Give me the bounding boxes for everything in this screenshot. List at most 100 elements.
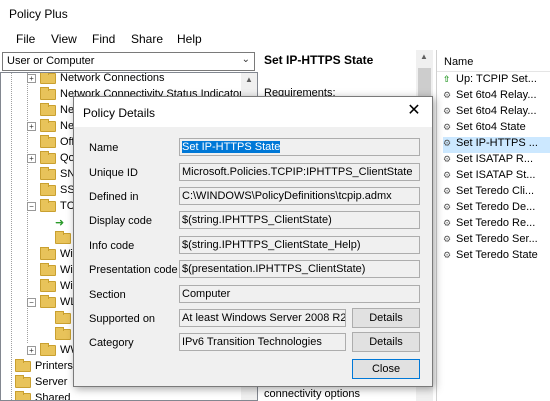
- folder-icon: [15, 374, 31, 388]
- policy-setting-icon: ⚙: [443, 122, 452, 132]
- tree-item-label: Shared: [35, 392, 71, 401]
- tree-item[interactable]: Ne: [40, 102, 74, 120]
- folder-icon: [15, 358, 31, 372]
- presentation-code-field[interactable]: $(presentation.IPHTTPS_ClientState): [179, 260, 420, 278]
- expand-icon[interactable]: +: [27, 345, 36, 355]
- menu-help[interactable]: Help: [177, 32, 202, 46]
- chevron-down-icon[interactable]: ⌄: [242, 54, 250, 65]
- tree-item[interactable]: Wi: [40, 262, 73, 280]
- policy-list-item[interactable]: ⚙ Set 6to4 Relay...: [443, 105, 550, 121]
- policy-list-item[interactable]: ⚙ Set Teredo Cli...: [443, 185, 550, 201]
- folder-icon: [40, 102, 56, 116]
- menu-view[interactable]: View: [51, 32, 77, 46]
- tree-item-label: Wi: [60, 248, 73, 260]
- policy-setting-icon: ⚙: [443, 154, 452, 164]
- folder-icon: [40, 262, 56, 276]
- tree-item[interactable]: Wi: [40, 246, 73, 264]
- menu-find[interactable]: Find: [92, 32, 115, 46]
- policy-list-item[interactable]: ⚙ Set Teredo State: [443, 249, 550, 265]
- info-text-fragment: connectivity options: [264, 388, 360, 400]
- tree-item[interactable]: + Qo: [27, 150, 75, 168]
- folder-icon: [55, 230, 71, 244]
- policy-setting-icon: ⚙: [443, 138, 452, 148]
- tree-item[interactable]: Server: [15, 374, 68, 392]
- folder-icon: [40, 246, 56, 260]
- policy-setting-icon: ⚙: [443, 186, 452, 196]
- policy-list-item[interactable]: ⚙ Set Teredo De...: [443, 201, 550, 217]
- tree-item[interactable]: Shared: [15, 390, 71, 401]
- unique-id-field[interactable]: Microsoft.Policies.TCPIP:IPHTTPS_ClientS…: [179, 163, 420, 181]
- supported-on-details-button[interactable]: Details: [352, 308, 420, 328]
- collapse-icon[interactable]: −: [27, 297, 36, 307]
- dialog-title: Policy Details: [83, 106, 156, 120]
- tree-item[interactable]: + Network Connections: [27, 72, 165, 88]
- name-field[interactable]: Set IP-HTTPS State: [179, 138, 420, 156]
- close-icon[interactable]: ✕: [402, 100, 426, 122]
- folder-icon: [55, 310, 71, 324]
- policy-list-item[interactable]: ⚙ Set ISATAP R...: [443, 153, 550, 169]
- policy-list-pane: Name ⇧ Up: TCPIP Set... ⚙ Set 6to4 Relay..…: [436, 50, 550, 401]
- tree-item-label: Server: [35, 376, 68, 388]
- folder-icon: [40, 342, 56, 356]
- unique-id-label: Unique ID: [89, 167, 138, 179]
- tree-item[interactable]: + Ne: [27, 118, 75, 136]
- policy-list-item[interactable]: ⚙ Set Teredo Ser...: [443, 233, 550, 249]
- category-field[interactable]: IPv6 Transition Technologies: [179, 333, 346, 351]
- policy-list-item-selected[interactable]: ⚙ Set IP-HTTPS ...: [443, 137, 550, 153]
- folder-icon: [40, 278, 56, 292]
- policy-details-dialog: Policy Details ✕ Name Set IP-HTTPS State…: [73, 96, 433, 387]
- tree-item[interactable]: [55, 310, 75, 328]
- policy-list-item[interactable]: ⚙ Set 6to4 Relay...: [443, 89, 550, 105]
- tree-item[interactable]: − WL: [27, 294, 77, 312]
- tree-item[interactable]: SS: [40, 182, 75, 200]
- policy-setting-icon: ⚙: [443, 106, 452, 116]
- folder-icon: [55, 326, 71, 340]
- expand-icon[interactable]: +: [27, 73, 36, 83]
- tree-item[interactable]: ➜: [55, 216, 64, 232]
- up-arrow-icon: ➜: [55, 217, 65, 229]
- tree-item[interactable]: [55, 326, 75, 344]
- tree-item-label: Network Connections: [60, 72, 165, 84]
- folder-icon: [40, 118, 56, 132]
- up-arrow-icon: ⇧: [443, 74, 451, 84]
- tree-item-label: Ne: [60, 120, 75, 132]
- info-code-label: Info code: [89, 240, 135, 252]
- column-header-name[interactable]: Name: [437, 50, 550, 72]
- defined-in-label: Defined in: [89, 191, 139, 203]
- info-code-field[interactable]: $(string.IPHTTPS_ClientState_Help): [179, 236, 420, 254]
- tree-item[interactable]: Off: [40, 134, 74, 152]
- policy-list-item[interactable]: ⚙ Set 6to4 State: [443, 121, 550, 137]
- defined-in-field[interactable]: C:\WINDOWS\PolicyDefinitions\tcpip.admx: [179, 187, 420, 205]
- tree-item[interactable]: Wi: [40, 278, 73, 296]
- policy-setting-icon: ⚙: [443, 250, 452, 260]
- display-code-field[interactable]: $(string.IPHTTPS_ClientState): [179, 211, 420, 229]
- close-button[interactable]: Close: [352, 359, 420, 379]
- supported-on-field[interactable]: At least Windows Server 2008 R2 or: [179, 309, 346, 327]
- folder-icon: [40, 182, 56, 196]
- menu-bar: File View Find Share Help: [0, 28, 550, 50]
- dialog-title-bar: Policy Details ✕: [74, 97, 432, 127]
- tree-item[interactable]: SN: [40, 166, 75, 184]
- collapse-icon[interactable]: −: [27, 201, 36, 211]
- scope-combobox-value: User or Computer: [7, 55, 95, 67]
- app-title: Policy Plus: [9, 7, 68, 21]
- policy-list-item[interactable]: ⚙ Set ISATAP St...: [443, 169, 550, 185]
- policy-list-item[interactable]: ⚙ Set Teredo Re...: [443, 217, 550, 233]
- expand-icon[interactable]: +: [27, 121, 36, 131]
- scope-combobox[interactable]: User or Computer ⌄: [2, 52, 255, 71]
- menu-share[interactable]: Share: [131, 32, 163, 46]
- policy-setting-icon: ⚙: [443, 218, 452, 228]
- tree-item[interactable]: [55, 230, 75, 248]
- tree-item[interactable]: Printers: [15, 358, 73, 376]
- policy-list-item[interactable]: ⇧ Up: TCPIP Set...: [443, 73, 550, 89]
- section-field[interactable]: Computer: [179, 285, 420, 303]
- scroll-up-icon[interactable]: ▲: [245, 75, 253, 84]
- expand-icon[interactable]: +: [27, 153, 36, 163]
- tree-item[interactable]: − TC: [27, 198, 75, 216]
- tree-item-label: Wi: [60, 280, 73, 292]
- menu-file[interactable]: File: [16, 32, 35, 46]
- folder-icon: [40, 166, 56, 180]
- scroll-up-icon[interactable]: ▲: [420, 52, 428, 61]
- folder-icon: [40, 73, 56, 84]
- category-details-button[interactable]: Details: [352, 332, 420, 352]
